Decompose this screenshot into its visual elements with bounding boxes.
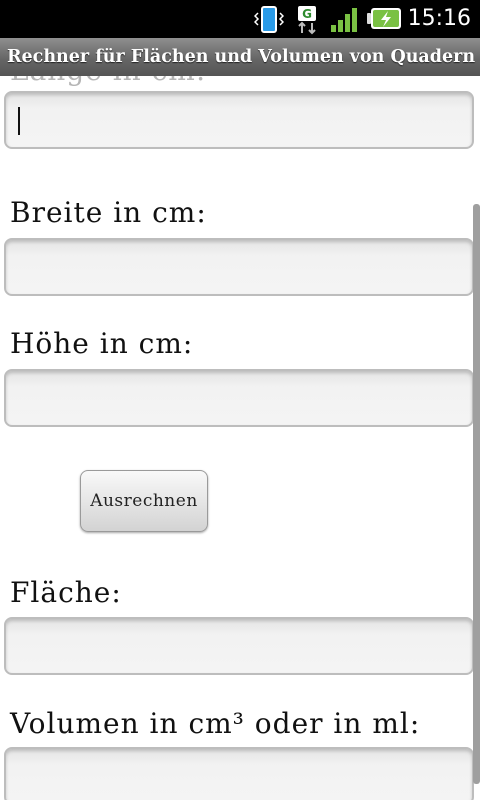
g-data-label: G	[302, 7, 312, 21]
signal-icon	[331, 8, 357, 32]
status-bar: G 15:16	[0, 0, 480, 38]
volumen-output[interactable]	[4, 747, 474, 800]
volumen-label: Volumen in cm³ oder in ml:	[10, 707, 421, 740]
calculate-button[interactable]: Ausrechnen	[80, 470, 208, 532]
flaeche-label: Fläche:	[10, 576, 122, 609]
form-scroll-area[interactable]: Länge in cm: Breite in cm: Höhe in cm: A…	[0, 76, 480, 800]
title-bar: Rechner für Flächen und Volumen von Quad…	[0, 38, 480, 76]
battery-charging-icon	[367, 8, 401, 29]
laenge-label: Länge in cm:	[10, 76, 206, 87]
hoehe-input[interactable]	[4, 369, 474, 427]
breite-label: Breite in cm:	[10, 196, 207, 229]
laenge-input[interactable]	[4, 91, 474, 149]
g-data-icon: G	[294, 5, 320, 35]
app-title: Rechner für Flächen und Volumen von Quad…	[7, 47, 476, 67]
flaeche-output[interactable]	[4, 617, 474, 675]
scrollbar[interactable]	[473, 204, 480, 784]
status-time: 15:16	[407, 6, 471, 31]
breite-input[interactable]	[4, 238, 474, 296]
vibrate-icon	[254, 6, 284, 33]
hoehe-label: Höhe in cm:	[10, 327, 194, 360]
text-cursor	[18, 107, 20, 135]
